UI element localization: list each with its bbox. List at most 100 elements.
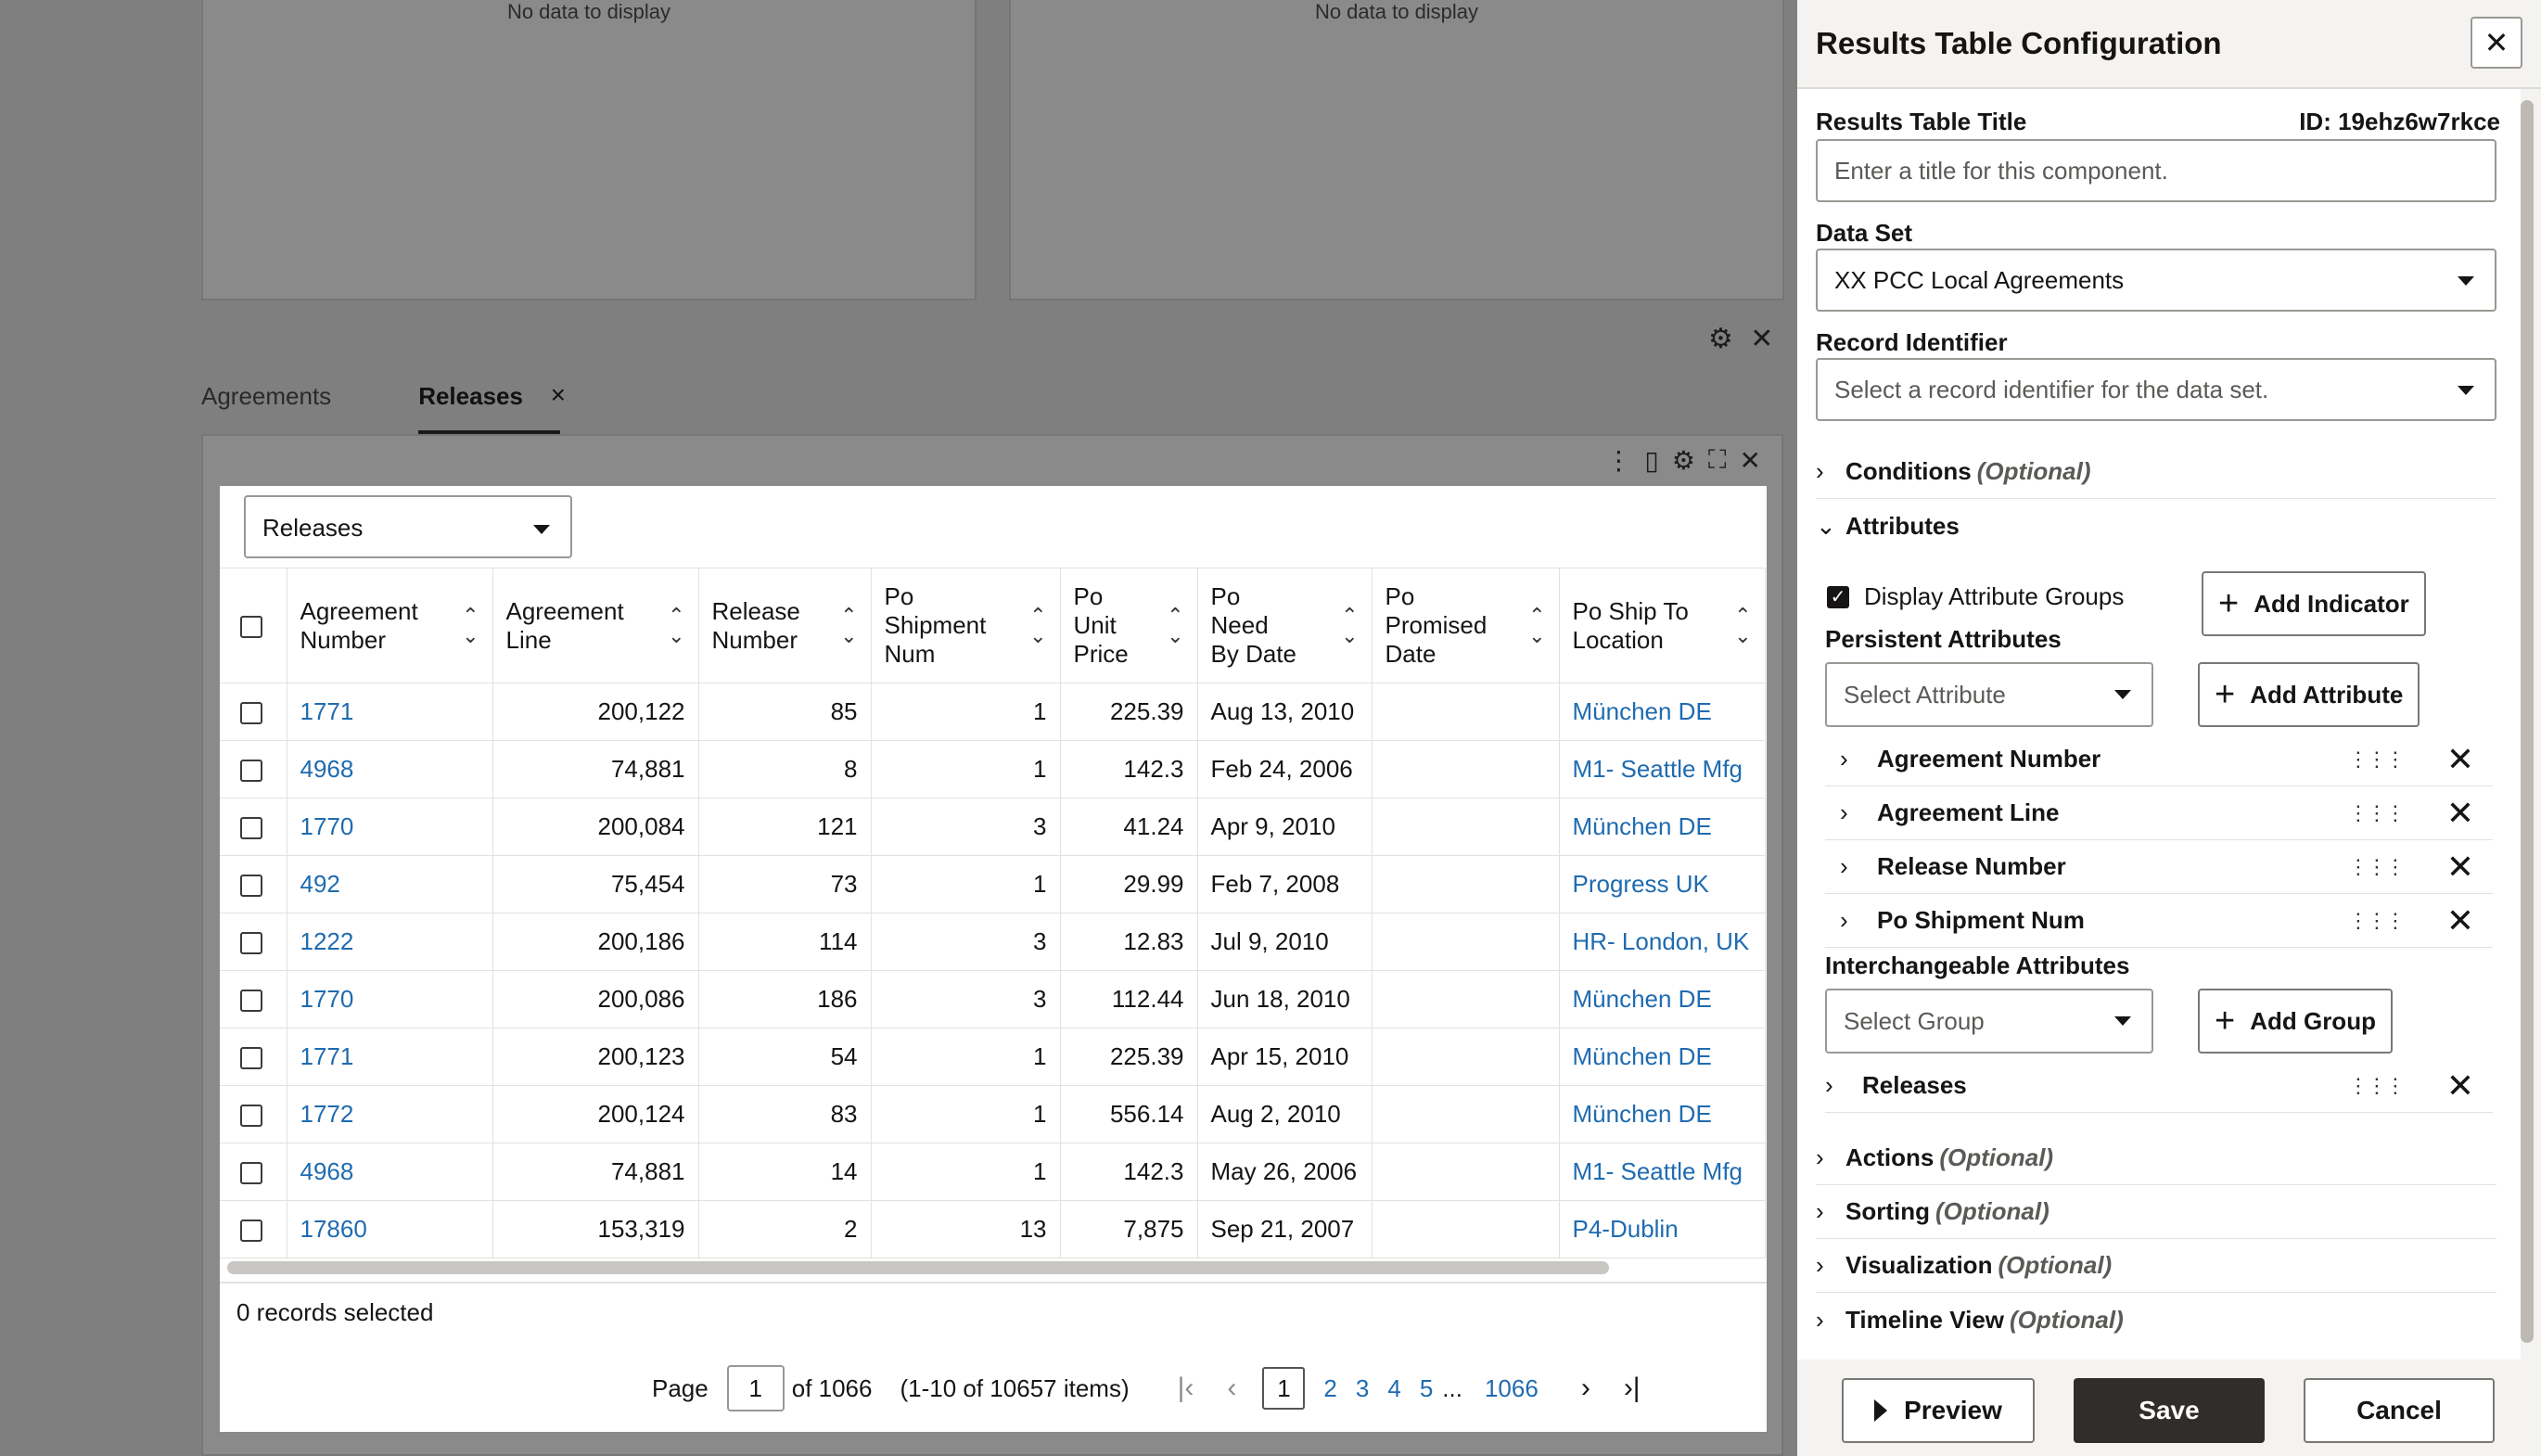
sort-icon[interactable]: ⌃ ⌄: [1029, 605, 1046, 646]
dataset-select[interactable]: XX PCC Local Agreements: [1816, 249, 2496, 312]
page-link[interactable]: 4: [1387, 1374, 1400, 1403]
row-checkbox[interactable]: [240, 760, 262, 783]
table-row[interactable]: 1772 200,124 83 1 556.14 Aug 2, 2010 München D…: [220, 1085, 1766, 1143]
tab-releases[interactable]: Releases ×: [418, 378, 566, 434]
select-attribute-dropdown[interactable]: Select Attribute: [1825, 662, 2153, 727]
table-row[interactable]: 17860 153,319 2 13 7,875 Sep 21, 2007 P4-Dubli…: [220, 1200, 1766, 1258]
drag-handle-icon[interactable]: ⋮⋮⋮: [2348, 855, 2406, 879]
preview-button[interactable]: Preview: [1842, 1378, 2035, 1443]
sort-icon[interactable]: ⌃ ⌄: [1528, 605, 1545, 646]
table-row[interactable]: 1771 200,123 54 1 225.39 Apr 15, 2010 München …: [220, 1028, 1766, 1086]
table-row[interactable]: 1222 200,186 114 3 12.83 Jul 9, 2010 HR- Londo…: [220, 913, 1766, 971]
section-conditions[interactable]: › Conditions (Optional): [1816, 445, 2496, 499]
page-link[interactable]: 3: [1356, 1374, 1369, 1403]
tab-agreements[interactable]: Agreements: [201, 378, 331, 434]
remove-icon[interactable]: ✕: [2446, 1068, 2474, 1103]
add-group-button[interactable]: + Add Group: [2198, 989, 2393, 1054]
drag-handle-icon[interactable]: ⋮⋮⋮: [2348, 747, 2406, 772]
sort-icon[interactable]: ⌃ ⌄: [462, 605, 479, 646]
row-checkbox[interactable]: [240, 702, 262, 725]
section-timeline-view[interactable]: › Timeline View (Optional): [1816, 1293, 2496, 1347]
row-checkbox[interactable]: [240, 1105, 262, 1128]
column-header-po-ship-to-location[interactable]: Po Ship To Location ⌃ ⌄: [1559, 568, 1766, 683]
sort-icon[interactable]: ⌃ ⌄: [668, 605, 684, 646]
record-id-select[interactable]: Select a record identifier for the data …: [1816, 358, 2496, 421]
location-link[interactable]: München DE: [1573, 985, 1712, 1013]
persistent-attribute-item[interactable]: › Po Shipment Num ⋮⋮⋮ ✕: [1825, 894, 2493, 948]
remove-icon[interactable]: ✕: [2446, 796, 2474, 830]
agreement-number-link[interactable]: 17860: [300, 1215, 367, 1243]
agreement-number-link[interactable]: 4968: [300, 1157, 354, 1185]
agreement-number-link[interactable]: 1770: [300, 812, 354, 840]
drawer-scrollbar[interactable]: [2521, 100, 2534, 1343]
gear-icon[interactable]: ⚙: [1672, 445, 1695, 476]
row-checkbox[interactable]: [240, 817, 262, 840]
close-icon[interactable]: ✕: [1750, 324, 1773, 354]
table-row[interactable]: 4968 74,881 8 1 142.3 Feb 24, 2006 M1- Seattle…: [220, 740, 1766, 798]
section-actions[interactable]: › Actions (Optional): [1816, 1131, 2496, 1185]
fullscreen-icon[interactable]: ⛶: [1708, 445, 1727, 476]
persistent-attribute-item[interactable]: › Agreement Number ⋮⋮⋮ ✕: [1825, 733, 2493, 786]
chevron-right-icon[interactable]: ›: [1825, 1071, 1840, 1100]
location-link[interactable]: München DE: [1573, 812, 1712, 840]
drag-handle-icon[interactable]: ⋮⋮⋮: [2348, 801, 2406, 825]
previous-page-icon[interactable]: ‹: [1227, 1373, 1236, 1404]
location-link[interactable]: München DE: [1573, 697, 1712, 725]
row-checkbox[interactable]: [240, 1047, 262, 1070]
cancel-button[interactable]: Cancel: [2304, 1378, 2495, 1443]
title-input[interactable]: Enter a title for this component.: [1816, 139, 2496, 202]
more-options-icon[interactable]: ⋮: [1605, 445, 1631, 476]
column-header-release-number[interactable]: Release Number ⌃ ⌄: [698, 568, 872, 683]
checkbox-checked-icon[interactable]: ✓: [1827, 585, 1849, 608]
row-checkbox[interactable]: [240, 932, 262, 955]
agreement-number-link[interactable]: 1771: [300, 697, 354, 725]
agreement-number-link[interactable]: 1770: [300, 985, 354, 1013]
column-header-po-shipment-num[interactable]: Po Shipment Num ⌃ ⌄: [871, 568, 1061, 683]
section-sorting[interactable]: › Sorting (Optional): [1816, 1185, 2496, 1239]
remove-icon[interactable]: ✕: [2446, 849, 2474, 884]
display-groups-row[interactable]: ✓ Display Attribute Groups: [1827, 582, 2124, 611]
close-icon[interactable]: ✕: [1740, 445, 1761, 476]
drag-handle-icon[interactable]: ⋮⋮⋮: [2348, 1074, 2406, 1098]
section-attributes[interactable]: ⌄ Attributes: [1816, 499, 2496, 553]
location-link[interactable]: M1- Seattle Mfg: [1573, 755, 1743, 783]
page-link-current[interactable]: 1: [1262, 1367, 1306, 1410]
first-page-icon[interactable]: |‹: [1178, 1373, 1194, 1404]
close-drawer-button[interactable]: ✕: [2471, 17, 2522, 69]
add-attribute-button[interactable]: + Add Attribute: [2198, 662, 2420, 727]
agreement-number-link[interactable]: 4968: [300, 755, 354, 783]
next-page-icon[interactable]: ›: [1581, 1373, 1590, 1404]
chevron-right-icon[interactable]: ›: [1840, 906, 1855, 935]
sort-icon[interactable]: ⌃ ⌄: [1341, 605, 1358, 646]
select-all-checkbox[interactable]: [240, 616, 262, 639]
agreement-number-link[interactable]: 492: [300, 870, 340, 898]
page-number-input[interactable]: 1: [726, 1365, 785, 1411]
add-indicator-button[interactable]: + Add Indicator: [2202, 571, 2426, 636]
page-link[interactable]: 5: [1420, 1374, 1433, 1403]
chevron-right-icon[interactable]: ›: [1840, 798, 1855, 827]
persistent-attribute-item[interactable]: › Release Number ⋮⋮⋮ ✕: [1825, 840, 2493, 894]
table-row[interactable]: 492 75,454 73 1 29.99 Feb 7, 2008 Progress UK: [220, 855, 1766, 913]
location-link[interactable]: München DE: [1573, 1100, 1712, 1128]
agreement-number-link[interactable]: 1771: [300, 1042, 354, 1070]
table-row[interactable]: 1771 200,122 85 1 225.39 Aug 13, 2010 München …: [220, 683, 1766, 741]
panel-layout-icon[interactable]: ▯: [1644, 445, 1658, 476]
sort-icon[interactable]: ⌃ ⌄: [1734, 605, 1751, 646]
column-header-agreement-line[interactable]: Agreement Line ⌃ ⌄: [492, 568, 699, 683]
table-row[interactable]: 1770 200,084 121 3 41.24 Apr 9, 2010 München D…: [220, 798, 1766, 856]
gear-icon[interactable]: ⚙: [1708, 324, 1733, 354]
section-visualization[interactable]: › Visualization (Optional): [1816, 1239, 2496, 1293]
table-row[interactable]: 1770 200,086 186 3 112.44 Jun 18, 2010 München…: [220, 970, 1766, 1028]
horizontal-scrollbar[interactable]: [227, 1261, 1609, 1274]
last-page-icon[interactable]: ›|: [1624, 1373, 1641, 1404]
location-link[interactable]: Progress UK: [1573, 870, 1709, 898]
dataset-dropdown[interactable]: Releases: [244, 495, 572, 558]
row-checkbox[interactable]: [240, 1220, 262, 1243]
location-link[interactable]: M1- Seattle Mfg: [1573, 1157, 1743, 1185]
sort-icon[interactable]: ⌃ ⌄: [1167, 605, 1183, 646]
group-item-releases[interactable]: › Releases ⋮⋮⋮ ✕: [1825, 1059, 2493, 1113]
chevron-right-icon[interactable]: ›: [1840, 852, 1855, 881]
agreement-number-link[interactable]: 1222: [300, 927, 354, 955]
chevron-right-icon[interactable]: ›: [1840, 745, 1855, 773]
column-header-po-need-by-date[interactable]: Po Need By Date ⌃ ⌄: [1197, 568, 1373, 683]
